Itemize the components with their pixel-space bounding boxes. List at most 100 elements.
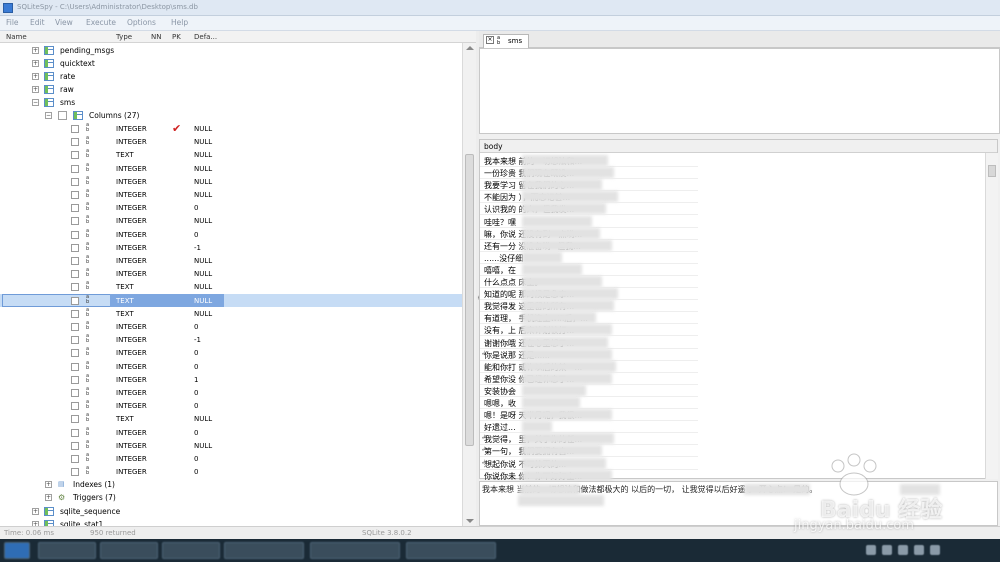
tree-indexes-node[interactable]: + ▤ Indexes (1) (0, 478, 462, 491)
header-default[interactable]: Defa... (194, 33, 217, 41)
result-row[interactable]: 我觉得发 这里留的所有... (480, 299, 985, 313)
taskbar-item[interactable] (38, 542, 96, 559)
column-checkbox[interactable] (71, 323, 79, 331)
column-row[interactable]: a b TEXT NULL (0, 293, 462, 307)
column-row[interactable]: a b INTEGER 0 (0, 386, 462, 399)
column-row[interactable]: a b TEXT NULL (0, 280, 462, 293)
checkbox[interactable] (58, 111, 67, 120)
column-row[interactable]: a b INTEGER -1 (0, 241, 462, 254)
tree-columns-node[interactable]: − Columns (27) (0, 109, 462, 122)
menu-edit[interactable]: Edit (30, 18, 45, 27)
column-checkbox[interactable] (71, 296, 79, 305)
column-row[interactable]: a b INTEGER -1 (0, 333, 462, 346)
column-checkbox[interactable] (71, 230, 79, 239)
column-row[interactable]: a b INTEGER 0 (0, 201, 462, 214)
column-row[interactable]: a b INTEGER 0 (0, 426, 462, 439)
column-checkbox[interactable] (71, 389, 79, 397)
result-row[interactable]: 没有，上 后来计划被打... (480, 323, 985, 337)
column-checkbox[interactable] (71, 217, 79, 226)
result-row[interactable]: 嗯嗯，收 (480, 396, 985, 409)
column-checkbox[interactable] (71, 191, 79, 199)
expand-icon[interactable]: + (32, 60, 39, 67)
start-button[interactable] (4, 542, 30, 559)
collapse-icon[interactable]: − (32, 99, 39, 106)
column-row[interactable]: a b INTEGER NULL (0, 439, 462, 452)
column-checkbox[interactable] (71, 428, 79, 437)
result-row[interactable]: 能和你打 或许以后的某一... (480, 360, 985, 373)
menu-options[interactable]: Options (127, 18, 156, 27)
column-checkbox[interactable] (71, 204, 79, 213)
column-row[interactable]: a b INTEGER ✔ NULL (0, 122, 462, 135)
column-checkbox[interactable] (71, 151, 79, 160)
column-row[interactable]: a b INTEGER 0 (0, 399, 462, 412)
menu-file[interactable]: File (6, 18, 19, 27)
column-checkbox[interactable] (71, 375, 79, 384)
column-row[interactable]: a b INTEGER NULL (0, 214, 462, 227)
scroll-down-icon[interactable] (466, 519, 474, 523)
tray-icon[interactable] (866, 545, 876, 555)
result-column-header[interactable]: body (480, 140, 997, 153)
column-row[interactable]: a b INTEGER 0 (0, 465, 462, 478)
expand-icon[interactable]: + (32, 47, 39, 54)
expand-icon[interactable]: + (32, 86, 39, 93)
result-row[interactable]: 有道理， 手机连上wifi后，... (480, 311, 985, 325)
result-row[interactable]: ↲第一句， 我们要拥有自... (480, 444, 985, 458)
tray-icon[interactable] (914, 545, 924, 555)
column-row[interactable]: a b INTEGER NULL (0, 162, 462, 175)
column-checkbox[interactable] (71, 336, 79, 345)
column-row[interactable]: a b INTEGER 1 (0, 373, 462, 386)
result-row[interactable]: 我要学习 留在我们的心... (480, 178, 985, 192)
header-type[interactable]: Type (116, 33, 132, 41)
tree-table-pending-msgs[interactable]: + pending_msgs (0, 44, 462, 57)
taskbar-item[interactable] (224, 542, 304, 559)
column-checkbox[interactable] (71, 455, 79, 463)
column-checkbox[interactable] (71, 257, 79, 265)
result-row[interactable]: 不能因为 ），而忘记甚... (480, 190, 985, 204)
result-scrollbar[interactable] (985, 153, 998, 479)
expand-icon[interactable]: + (32, 508, 39, 515)
column-row[interactable]: a b TEXT NULL (0, 412, 462, 425)
column-checkbox[interactable] (71, 309, 79, 318)
tray-icon[interactable] (930, 545, 940, 555)
taskbar-item[interactable] (162, 542, 220, 559)
result-row[interactable]: 嘛，你说 还没有到一点哟... (480, 227, 985, 240)
tree-table-sms[interactable]: − sms (0, 96, 462, 109)
tree-table-sqlite-stat1[interactable]: + sqlite_stat1 (0, 518, 462, 526)
column-row[interactable]: a b INTEGER NULL (0, 267, 462, 280)
column-checkbox[interactable] (71, 177, 79, 186)
column-checkbox[interactable] (71, 138, 79, 147)
close-icon[interactable]: × (486, 36, 494, 44)
column-checkbox[interactable] (71, 402, 79, 411)
cell-detail-view[interactable]: 我本来想 当前的一切想法和做法都极大的 以后的一切， 让我觉得以后好遥 。 开心… (479, 481, 998, 526)
result-row[interactable]: 认识我的 的人，但我发... (480, 202, 985, 216)
column-row[interactable]: a b INTEGER NULL (0, 254, 462, 267)
result-row[interactable]: 什么点点 床上。 (480, 275, 985, 288)
header-name[interactable]: Name (6, 33, 27, 41)
result-row[interactable]: 哇哇？嘿 (480, 215, 985, 228)
column-row[interactable]: a b TEXT NULL (0, 148, 462, 161)
column-row[interactable]: a b INTEGER NULL (0, 188, 462, 201)
menu-help[interactable]: Help (171, 18, 188, 27)
header-pk[interactable]: PK (172, 33, 181, 41)
taskbar-item[interactable] (406, 542, 496, 559)
expand-icon[interactable]: + (45, 481, 52, 488)
column-checkbox[interactable] (71, 468, 79, 477)
tree-table-sqlite-sequence[interactable]: + sqlite_sequence (0, 505, 462, 518)
column-row[interactable]: a b INTEGER 0 (0, 320, 462, 333)
column-checkbox[interactable] (71, 441, 79, 450)
scroll-thumb[interactable] (988, 165, 996, 177)
result-row[interactable]: ↲想起你说 不可抹灭的... (480, 457, 985, 470)
tray-icon[interactable] (898, 545, 908, 555)
result-row[interactable]: 一份珍贵 我们现在既没... (480, 166, 985, 180)
tree-table-raw[interactable]: + raw (0, 83, 462, 96)
column-row[interactable]: a b INTEGER NULL (0, 175, 462, 188)
expand-icon[interactable]: + (32, 73, 39, 80)
column-row[interactable]: a b INTEGER NULL (0, 135, 462, 148)
result-row[interactable]: 还有一分 没准备哟~但我... (480, 239, 985, 252)
result-row[interactable]: 安装协会 (480, 384, 985, 397)
taskbar-item[interactable] (100, 542, 158, 559)
column-row[interactable]: a b INTEGER 0 (0, 360, 462, 373)
tree-triggers-node[interactable]: + ⚙ Triggers (7) (0, 491, 462, 504)
expand-icon[interactable]: + (45, 494, 52, 501)
column-checkbox[interactable] (71, 349, 79, 358)
